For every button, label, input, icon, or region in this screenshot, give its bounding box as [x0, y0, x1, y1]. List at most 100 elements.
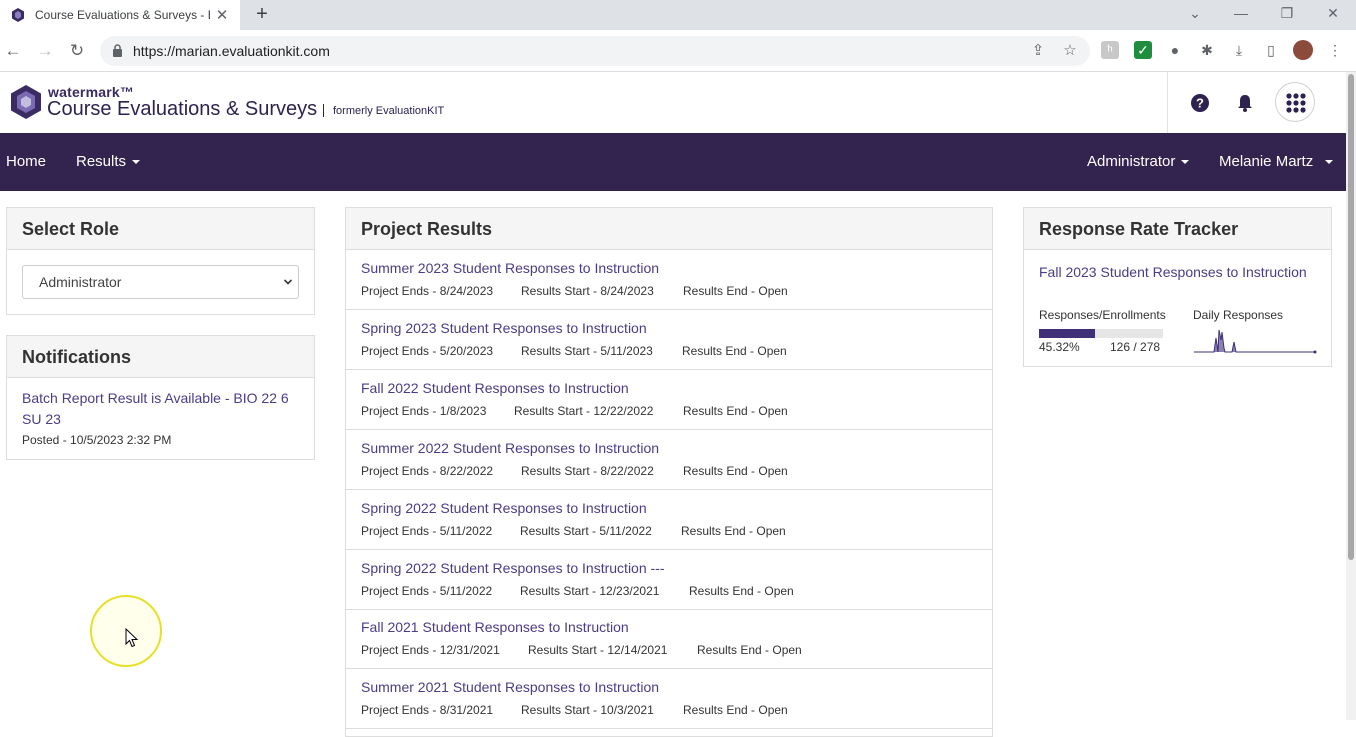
watermark-logo-icon [11, 85, 41, 119]
notifications-bell-icon[interactable] [1234, 92, 1256, 114]
responses-enrollments-label: Responses/Enrollments [1039, 308, 1166, 322]
project-row: Spring 2022 Student Responses to Instruc… [346, 550, 992, 610]
select-role-panel: Select Role Administrator [6, 207, 315, 315]
project-link[interactable]: Fall 2022 Student Responses to Instructi… [361, 380, 629, 396]
svg-text:?: ? [1196, 96, 1204, 111]
role-select[interactable]: Administrator [22, 265, 299, 299]
project-ends: Project Ends - 5/20/2023 [361, 344, 494, 358]
project-link[interactable]: Spring 2022 Student Responses to Instruc… [361, 560, 665, 576]
response-rate-project-link[interactable]: Fall 2023 Student Responses to Instructi… [1039, 261, 1319, 283]
results-start: Results Start - 5/11/2022 [520, 524, 652, 538]
header-divider [1167, 72, 1168, 133]
project-ends: Project Ends - 5/11/2022 [361, 524, 493, 538]
share-icon[interactable]: ⇪ [1030, 43, 1046, 59]
response-rate-panel: Response Rate Tracker Fall 2023 Student … [1023, 207, 1332, 367]
results-start: Results Start - 8/22/2022 [521, 464, 654, 478]
response-rate-title: Response Rate Tracker [1024, 208, 1331, 250]
speech-extension-icon[interactable]: ● [1166, 41, 1184, 59]
caret-down-icon [132, 160, 141, 165]
results-end: Results End - Open [682, 344, 787, 358]
address-bar[interactable]: https://marian.evaluationkit.com ⇪ ☆ [100, 36, 1090, 66]
project-link[interactable]: Spring 2022 Student Responses to Instruc… [361, 500, 647, 516]
daily-responses-sparkline [1194, 329, 1317, 354]
help-icon[interactable]: ? [1189, 92, 1211, 114]
nav-results[interactable]: Results [76, 153, 141, 170]
project-row: Summer 2021 Student Responses to Instruc… [346, 669, 992, 729]
nav-results-label: Results [76, 153, 127, 170]
results-end: Results End - Open [683, 404, 788, 418]
results-end: Results End - Open [683, 284, 788, 298]
project-row: Fall 2021 Student Responses to Instructi… [346, 609, 992, 669]
tab-title: Course Evaluations & Surveys - E [35, 8, 210, 22]
sidepanel-icon[interactable]: ▯ [1262, 41, 1280, 59]
minimize-icon[interactable]: — [1218, 0, 1264, 30]
download-icon[interactable]: ⤓ [1230, 41, 1248, 59]
results-end: Results End - Open [697, 643, 802, 657]
profile-avatar[interactable] [1293, 40, 1313, 60]
lock-icon [113, 44, 122, 57]
nav-administrator[interactable]: Administrator [1087, 153, 1190, 170]
browser-tab-bar: Course Evaluations & Surveys - E ✕ + ⌄ —… [0, 0, 1356, 30]
forward-icon[interactable]: → [32, 38, 58, 64]
response-rate-progress-bar [1039, 329, 1163, 338]
brand-title[interactable]: Course Evaluations & Surveys [47, 98, 317, 121]
main-nav: Home Results Administrator Melanie Martz [0, 133, 1346, 191]
chevron-down-icon [284, 279, 292, 285]
browser-toolbar: ← → ↻ https://marian.evaluationkit.com ⇪… [0, 30, 1356, 72]
brand-formerly: formerly EvaluationKIT [333, 105, 445, 117]
app-launcher-button[interactable] [1275, 82, 1315, 122]
results-start: Results Start - 12/23/2021 [520, 584, 660, 598]
project-ends: Project Ends - 8/22/2022 [361, 464, 494, 478]
puzzle-icon[interactable]: ✱ [1198, 41, 1216, 59]
page-scrollbar[interactable] [1346, 72, 1356, 720]
select-role-title: Select Role [7, 208, 314, 250]
browser-tab[interactable]: Course Evaluations & Surveys - E ✕ [0, 0, 240, 30]
results-start: Results Start - 12/14/2021 [528, 643, 668, 657]
nav-administrator-label: Administrator [1087, 153, 1176, 170]
back-icon[interactable]: ← [0, 38, 26, 64]
notifications-title: Notifications [7, 336, 314, 378]
close-window-icon[interactable]: ✕ [1310, 0, 1356, 30]
project-row: Summer 2022 Student Responses to Instruc… [346, 430, 992, 490]
mouse-pointer-icon [125, 628, 139, 648]
tab-search-icon[interactable]: ⌄ [1172, 0, 1218, 30]
project-link[interactable]: Spring 2023 Student Responses to Instruc… [361, 320, 647, 336]
tab-close-icon[interactable]: ✕ [210, 6, 234, 24]
scrollbar-thumb[interactable] [1348, 74, 1354, 560]
reload-icon[interactable]: ↻ [64, 38, 90, 64]
results-end: Results End - Open [683, 703, 788, 717]
project-row: Spring 2023 Student Responses to Instruc… [346, 310, 992, 370]
new-tab-button[interactable]: + [250, 3, 274, 27]
app-header: watermark™ Course Evaluations & Surveys … [0, 72, 1346, 133]
role-select-value: Administrator [39, 274, 122, 290]
checkmark-extension-icon[interactable]: ✓ [1134, 41, 1152, 59]
project-ends: Project Ends - 12/31/2021 [361, 643, 500, 657]
results-end: Results End - Open [689, 584, 794, 598]
bookmark-star-icon[interactable]: ☆ [1062, 43, 1078, 59]
caret-down-icon [1325, 160, 1334, 165]
results-end: Results End - Open [681, 524, 786, 538]
results-start: Results Start - 8/24/2023 [521, 284, 654, 298]
project-ends: Project Ends - 1/8/2023 [361, 404, 487, 418]
results-start: Results Start - 12/22/2022 [514, 404, 654, 418]
project-results-title: Project Results [346, 208, 992, 250]
results-end: Results End - Open [683, 464, 788, 478]
response-rate-counts: 126 / 278 [1110, 340, 1161, 354]
project-link[interactable]: Summer 2021 Student Responses to Instruc… [361, 679, 659, 695]
project-ends: Project Ends - 8/24/2023 [361, 284, 494, 298]
nav-user-menu[interactable]: Melanie Martz [1219, 153, 1334, 170]
url-text: https://marian.evaluationkit.com [133, 43, 330, 59]
project-link[interactable]: Fall 2021 Student Responses to Instructi… [361, 619, 629, 635]
response-rate-progress-fill [1039, 329, 1096, 338]
restore-icon[interactable]: ❐ [1264, 0, 1310, 30]
nav-home[interactable]: Home [6, 153, 46, 170]
brand-divider [323, 104, 324, 117]
browser-menu-icon[interactable]: ⋮ [1326, 41, 1344, 59]
project-link[interactable]: Summer 2022 Student Responses to Instruc… [361, 440, 659, 456]
notification-link[interactable]: Batch Report Result is Available - BIO 2… [22, 388, 302, 430]
project-ends: Project Ends - 8/31/2021 [361, 703, 494, 717]
project-link[interactable]: Summer 2023 Student Responses to Instruc… [361, 260, 659, 276]
apps-grid-icon [1286, 93, 1306, 113]
extension-icon[interactable]: ʰ [1101, 41, 1119, 59]
caret-down-icon [1181, 160, 1190, 165]
